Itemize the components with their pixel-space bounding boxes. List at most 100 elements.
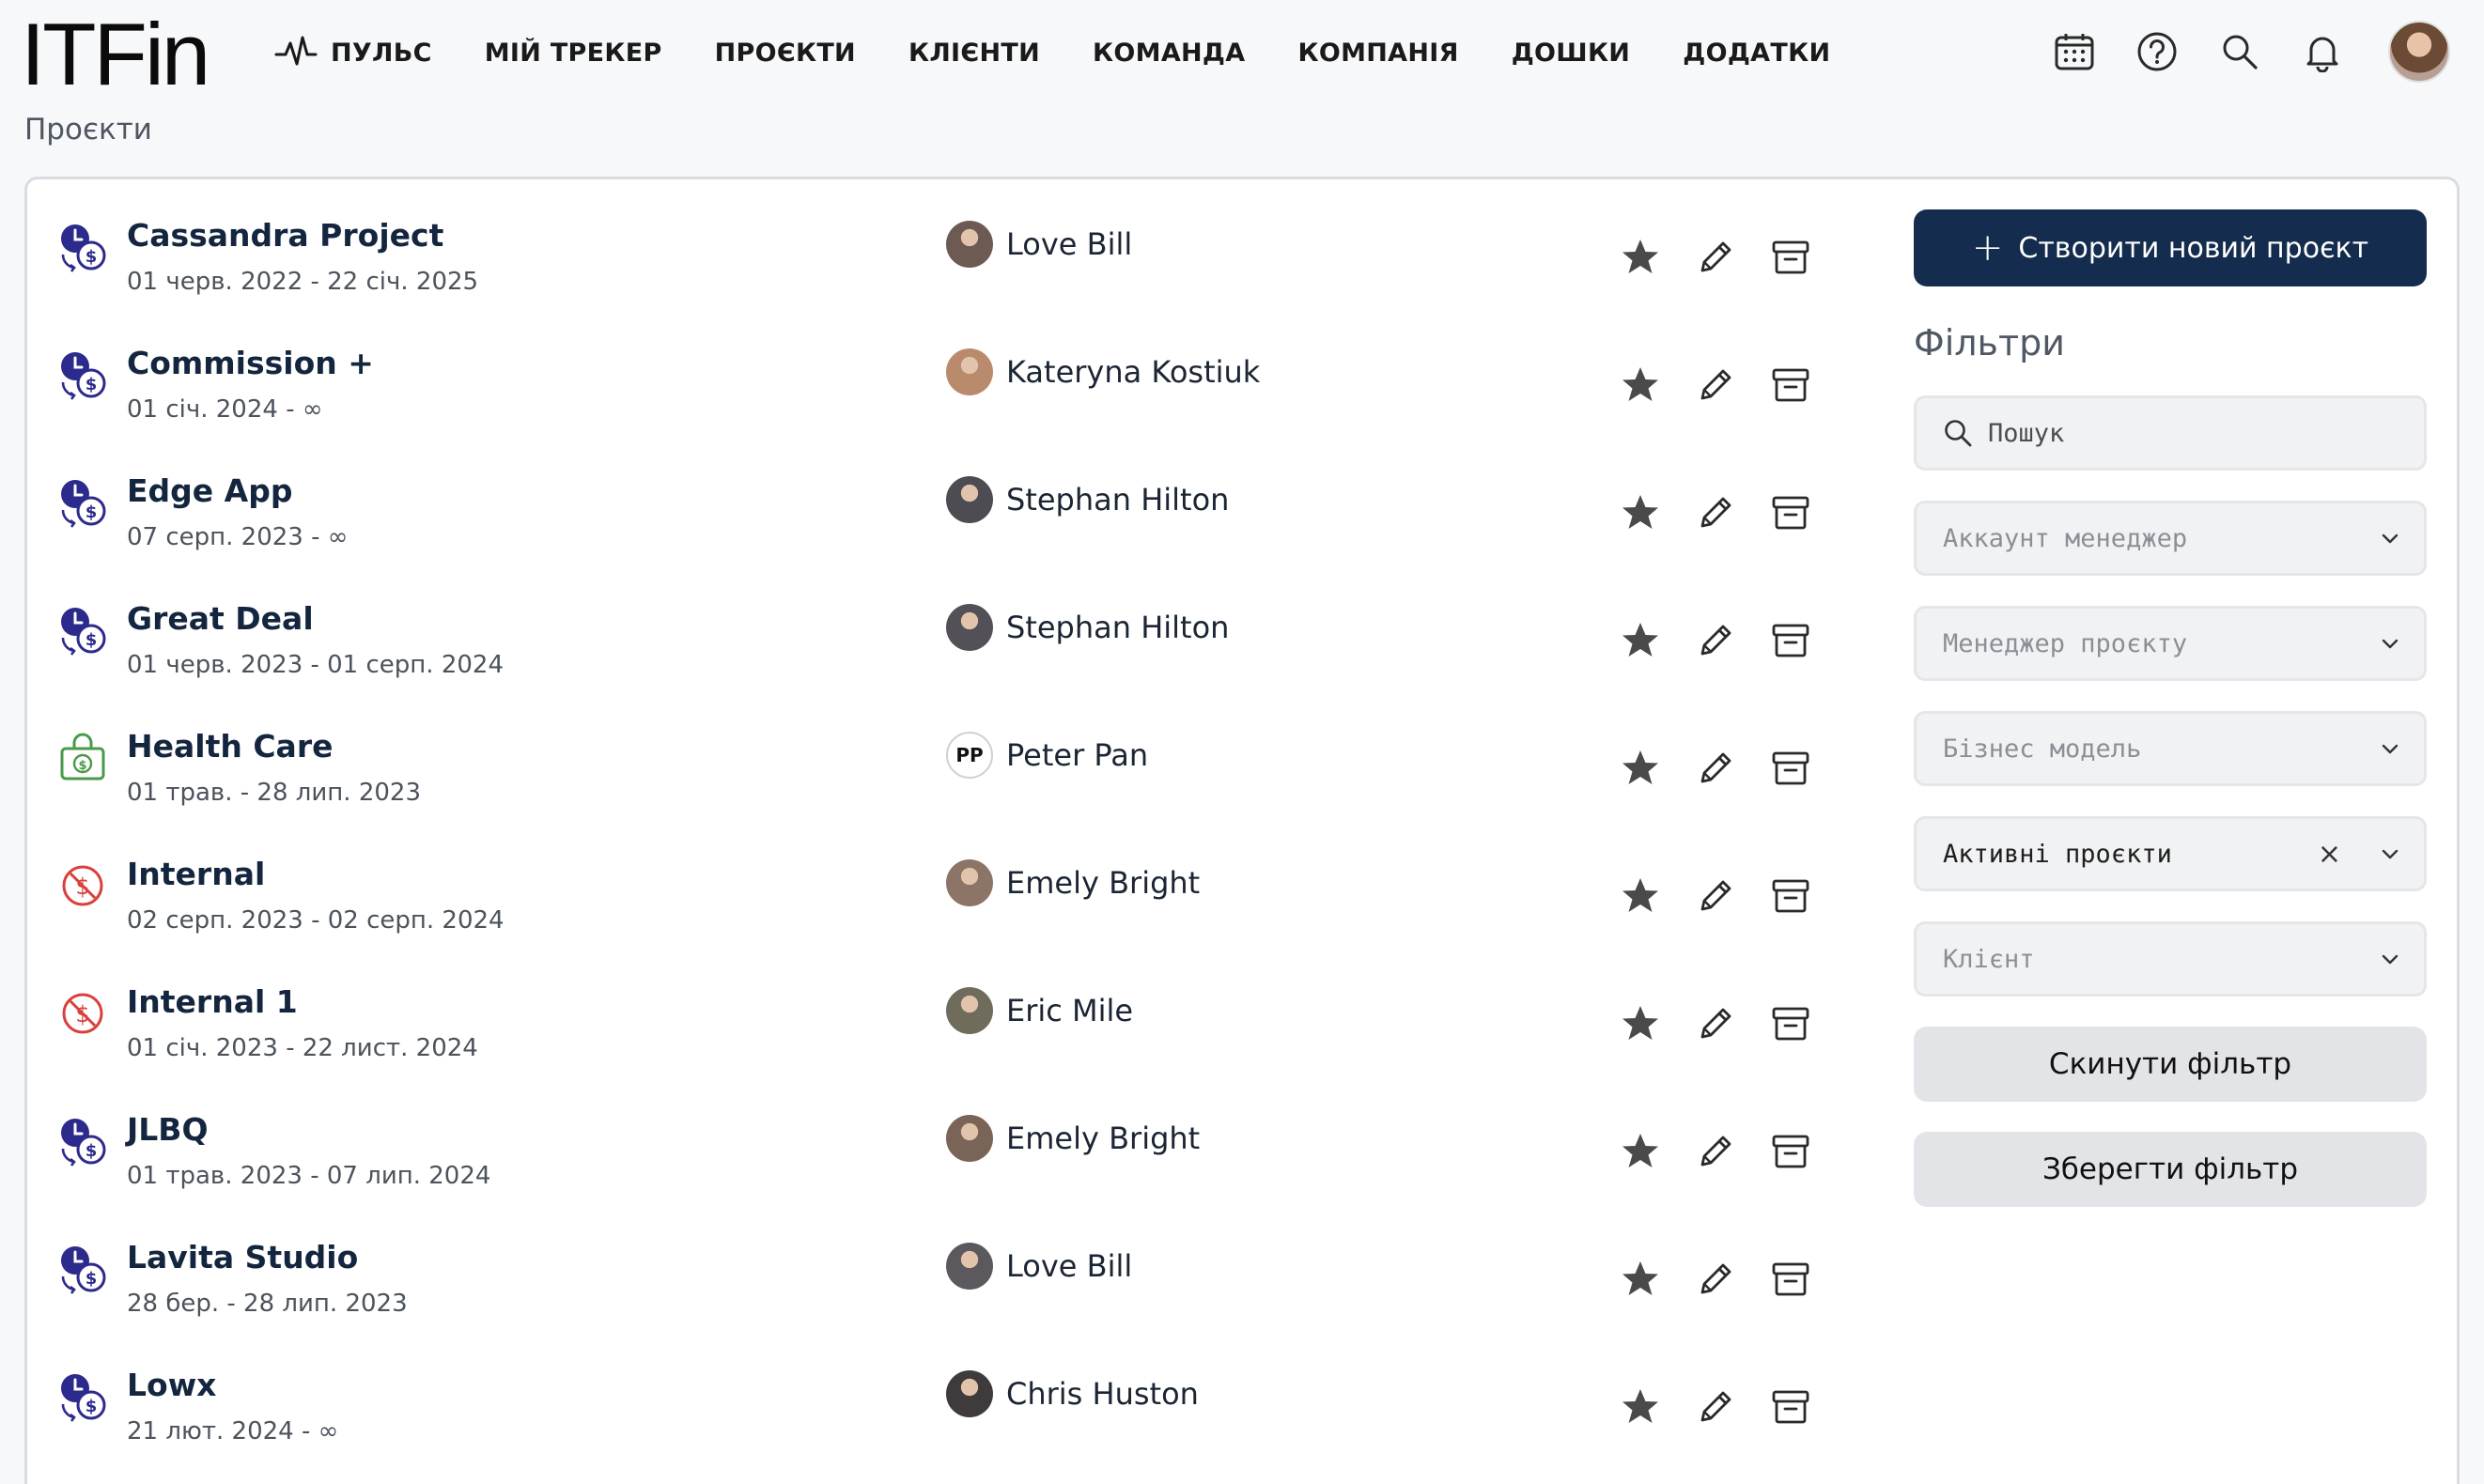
- favorite-button[interactable]: [1619, 1004, 1662, 1047]
- favorite-button[interactable]: [1619, 493, 1662, 536]
- notifications-button[interactable]: [2294, 21, 2351, 83]
- nav-item-addons[interactable]: ДОДАТКИ: [1683, 39, 1830, 68]
- project-name[interactable]: Internal 1: [127, 983, 298, 1020]
- edit-button[interactable]: [1694, 365, 1737, 409]
- project-name[interactable]: Internal: [127, 856, 265, 892]
- filter-select[interactable]: Менеджер проєкту: [1914, 606, 2427, 681]
- nav-label: КОМАНДА: [1093, 38, 1246, 68]
- edit-icon: [1695, 875, 1736, 920]
- nav-item-pulse[interactable]: ПУЛЬС: [274, 34, 432, 71]
- create-project-button[interactable]: + Створити новий проєкт: [1914, 209, 2427, 286]
- nav-label: КОМПАНІЯ: [1297, 38, 1459, 68]
- favorite-button[interactable]: [1619, 238, 1662, 281]
- project-dates: 01 трав. 2023 - 07 лип. 2024: [127, 1162, 491, 1190]
- project-name[interactable]: Lavita Studio: [127, 1239, 358, 1275]
- archive-button[interactable]: [1769, 493, 1812, 536]
- nav-label: ДОШКИ: [1511, 38, 1631, 68]
- filter-select[interactable]: Бізнес модель: [1914, 711, 2427, 786]
- time-money-icon: $: [57, 348, 108, 401]
- project-name[interactable]: Edge App: [127, 472, 292, 509]
- user-avatar[interactable]: [2388, 21, 2450, 83]
- clear-icon[interactable]: ×: [2318, 838, 2341, 871]
- archive-button[interactable]: [1769, 621, 1812, 664]
- nav-label: КЛІЄНТИ: [908, 38, 1041, 68]
- avatar-initials: PP: [955, 744, 984, 766]
- search-input[interactable]: [1988, 418, 2401, 448]
- edit-icon: [1695, 748, 1736, 793]
- archive-icon: [1770, 1131, 1811, 1176]
- search-button[interactable]: [2212, 21, 2268, 83]
- archive-button[interactable]: [1769, 1387, 1812, 1430]
- nav-label: ПРОЄКТИ: [714, 38, 856, 68]
- edit-button[interactable]: [1694, 238, 1737, 281]
- archive-icon: [1770, 364, 1811, 410]
- search-field[interactable]: [1914, 395, 2427, 471]
- projects-list: $ Cassandra Project 01 черв. 2022 - 22 с…: [57, 211, 1861, 1484]
- favorite-button[interactable]: [1619, 1132, 1662, 1175]
- select-value: Аккаунт менеджер: [1943, 523, 2188, 553]
- archive-button[interactable]: [1769, 1260, 1812, 1303]
- filter-select[interactable]: Аккаунт менеджер: [1914, 501, 2427, 576]
- select-value: Активні проєкти: [1943, 839, 2172, 869]
- archive-button[interactable]: [1769, 238, 1812, 281]
- favorite-button[interactable]: [1619, 621, 1662, 664]
- manager-name: Love Bill: [1006, 226, 1133, 262]
- favorite-button[interactable]: [1619, 749, 1662, 792]
- archive-button[interactable]: [1769, 365, 1812, 409]
- nav-item-boards[interactable]: ДОШКИ: [1512, 39, 1631, 68]
- edit-icon: [1695, 492, 1736, 537]
- row-actions: [1619, 876, 1844, 920]
- favorite-button[interactable]: [1619, 1260, 1662, 1303]
- logo[interactable]: ITFin: [21, 4, 210, 105]
- edit-button[interactable]: [1694, 1260, 1737, 1303]
- archive-button[interactable]: [1769, 749, 1812, 792]
- plus-icon: +: [1971, 226, 2004, 270]
- calendar-button[interactable]: [2046, 21, 2103, 83]
- edit-button[interactable]: [1694, 1004, 1737, 1047]
- time-money-icon: $: [57, 221, 108, 273]
- chevron-down-icon: [2382, 744, 2399, 754]
- save-filter-button[interactable]: Зберегти фільтр: [1914, 1132, 2427, 1207]
- project-name[interactable]: Cassandra Project: [127, 217, 443, 254]
- filter-select[interactable]: Клієнт: [1914, 921, 2427, 997]
- calendar-icon: [2055, 34, 2094, 70]
- project-manager: Stephan Hilton: [946, 476, 1229, 523]
- project-row: $ Cassandra Project 01 черв. 2022 - 22 с…: [57, 211, 1861, 339]
- svg-text:$: $: [78, 759, 86, 773]
- archive-button[interactable]: [1769, 876, 1812, 920]
- edit-button[interactable]: [1694, 621, 1737, 664]
- archive-button[interactable]: [1769, 1004, 1812, 1047]
- edit-icon: [1695, 1386, 1736, 1431]
- favorite-button[interactable]: [1619, 1387, 1662, 1430]
- nav-item-projects[interactable]: ПРОЄКТИ: [715, 39, 856, 68]
- favorite-button[interactable]: [1619, 876, 1662, 920]
- edit-button[interactable]: [1694, 876, 1737, 920]
- archive-icon: [1770, 237, 1811, 282]
- time-money-icon: $: [57, 1115, 108, 1167]
- reset-filter-button[interactable]: Скинути фільтр: [1914, 1027, 2427, 1102]
- edit-button[interactable]: [1694, 1132, 1737, 1175]
- project-row: $ Lowx 21 лют. 2024 - ∞ Chris Huston: [57, 1361, 1861, 1484]
- project-name[interactable]: Lowx: [127, 1367, 216, 1403]
- nav-item-clients[interactable]: КЛІЄНТИ: [908, 39, 1040, 68]
- project-name[interactable]: Commission +: [127, 345, 374, 381]
- edit-button[interactable]: [1694, 1387, 1737, 1430]
- project-name[interactable]: Great Deal: [127, 600, 314, 637]
- project-name[interactable]: Health Care: [127, 728, 333, 765]
- help-button[interactable]: [2129, 21, 2185, 83]
- nav-item-team[interactable]: КОМАНДА: [1093, 39, 1245, 68]
- nav-item-my-tracker[interactable]: МІЙ ТРЕКЕР: [485, 39, 662, 68]
- edit-icon: [1695, 620, 1736, 665]
- svg-text:$: $: [85, 630, 98, 650]
- edit-button[interactable]: [1694, 493, 1737, 536]
- nav-item-company[interactable]: КОМПАНІЯ: [1297, 39, 1458, 68]
- pulse-icon: [274, 36, 318, 66]
- archive-button[interactable]: [1769, 1132, 1812, 1175]
- time-money-icon: $: [57, 1370, 108, 1423]
- project-manager: Kateryna Kostiuk: [946, 348, 1260, 395]
- favorite-button[interactable]: [1619, 365, 1662, 409]
- project-name[interactable]: JLBQ: [127, 1111, 209, 1148]
- archive-icon: [1770, 492, 1811, 537]
- filter-select[interactable]: Активні проєкти ×: [1914, 816, 2427, 891]
- edit-button[interactable]: [1694, 749, 1737, 792]
